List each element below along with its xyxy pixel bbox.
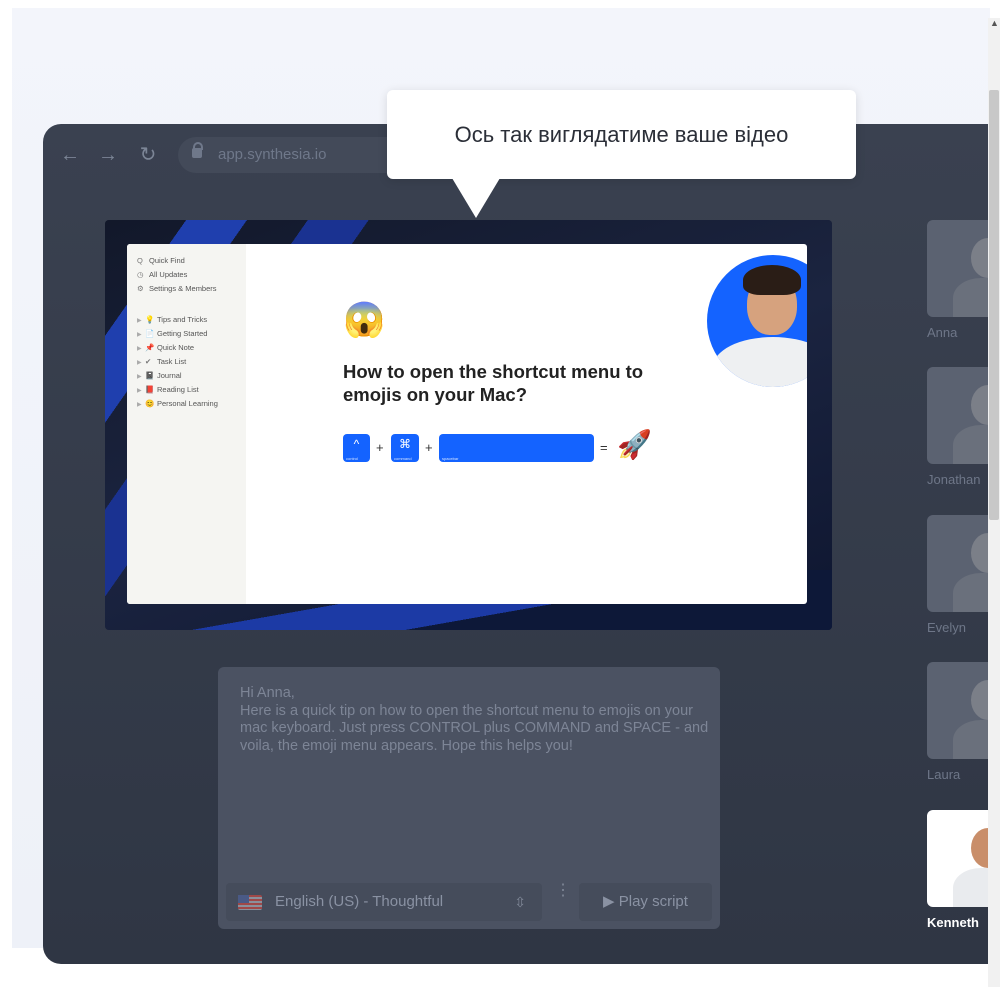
sidebar-item-personal-learning: ▶ 😊 Personal Learning — [137, 399, 218, 408]
avatar-shirt — [713, 337, 807, 387]
smile-icon: 😊 — [145, 399, 155, 408]
play-script-button[interactable]: ▶ Play script — [579, 883, 712, 921]
command-key: ⌘ command — [391, 434, 419, 462]
voice-language-label: English (US) - Thoughtful — [275, 893, 444, 910]
triangle-right-icon: ▶ — [137, 332, 142, 338]
page-scrollbar[interactable]: ▲ — [988, 18, 1000, 987]
script-panel: Hi Anna, Here is a quick tip on how to o… — [218, 667, 720, 929]
slide-sidebar: Q Quick Find ◷ All Updates ⚙ Settings & Mem… — [127, 244, 246, 604]
reload-icon[interactable]: ↻ — [135, 142, 161, 168]
browser-mockup: ← → ↻ app.synthesia.io Q Quick Find ◷ All … — [43, 124, 1000, 964]
triangle-right-icon: ▶ — [137, 360, 142, 366]
scrollbar-thumb[interactable] — [989, 90, 999, 520]
notebook-icon: 📓 — [145, 371, 155, 380]
video-slide: Q Quick Find ◷ All Updates ⚙ Settings & Mem… — [127, 244, 807, 604]
search-icon: Q — [137, 256, 143, 265]
avatar-name: Anna — [927, 325, 958, 340]
plus-sign: + — [376, 440, 384, 455]
sidebar-item-reading-list: ▶ 📕 Reading List — [137, 385, 199, 394]
triangle-right-icon: ▶ — [137, 388, 142, 394]
us-flag-icon — [238, 895, 262, 910]
sidebar-item-journal: ▶ 📓 Journal — [137, 371, 182, 380]
plus-sign: + — [425, 440, 433, 455]
sidebar-item-quick-find: Q Quick Find — [137, 256, 185, 265]
sidebar-item-task-list: ▶ ✔ Task List — [137, 357, 187, 366]
sidebar-item-settings: ⚙ Settings & Members — [137, 284, 217, 293]
clock-icon: ◷ — [137, 270, 144, 279]
preview-tooltip: Ось так виглядатиме ваше відео — [387, 90, 856, 179]
check-icon: ✔ — [145, 357, 152, 366]
control-key: ^ control — [343, 434, 370, 462]
avatar-name: Laura — [927, 767, 961, 782]
lightbulb-icon: 💡 — [145, 315, 155, 324]
avatar-name: Kenneth — [927, 915, 979, 930]
sidebar-item-all-updates: ◷ All Updates — [137, 270, 188, 279]
script-controls: English (US) - Thoughtful ⇳ ⋮ ▶ Play scr… — [226, 883, 712, 921]
video-preview: Q Quick Find ◷ All Updates ⚙ Settings & Mem… — [105, 220, 832, 630]
tooltip-text: Ось так виглядатиме ваше відео — [454, 122, 789, 147]
tooltip-pointer — [452, 178, 500, 218]
avatar-name: Evelyn — [927, 620, 967, 635]
chevron-updown-icon: ⇳ — [514, 894, 526, 910]
avatar-name: Jonathan — [927, 472, 981, 487]
sidebar-item-getting-started: ▶ 📄 Getting Started — [137, 329, 208, 338]
triangle-right-icon: ▶ — [137, 374, 142, 380]
slide-title: How to open the shortcut menu to emojis … — [343, 361, 644, 405]
scream-emoji-icon: 😱 — [343, 301, 386, 339]
scroll-up-arrow-icon[interactable]: ▲ — [990, 18, 999, 28]
rocket-icon: 🚀 — [617, 429, 652, 460]
triangle-right-icon: ▶ — [137, 402, 142, 408]
avatar-hair — [743, 265, 801, 295]
gear-icon: ⚙ — [137, 284, 144, 293]
presenter-avatar — [707, 255, 807, 387]
lock-icon — [192, 142, 203, 158]
sidebar-item-tips: ▶ 💡 Tips and Tricks — [137, 315, 208, 324]
voice-language-select[interactable]: English (US) - Thoughtful ⇳ — [226, 883, 542, 921]
script-text[interactable]: Hi Anna, Here is a quick tip on how to o… — [240, 685, 710, 755]
more-options-icon[interactable]: ⋮ — [555, 883, 571, 899]
equals-sign: = — [600, 440, 608, 455]
back-arrow-icon[interactable]: ← — [57, 142, 83, 168]
book-icon: 📕 — [145, 385, 155, 394]
forward-arrow-icon[interactable]: → — [95, 142, 121, 168]
script-textarea[interactable]: Hi Anna, Here is a quick tip on how to o… — [240, 685, 710, 755]
page-icon: 📄 — [145, 329, 155, 338]
sidebar-item-quick-note: ▶ 📌 Quick Note — [137, 343, 195, 352]
url-text: app.synthesia.io — [218, 146, 327, 163]
triangle-right-icon: ▶ — [137, 318, 142, 324]
triangle-right-icon: ▶ — [137, 346, 142, 352]
pin-icon: 📌 — [145, 343, 155, 352]
space-key: spacebar — [439, 434, 594, 462]
